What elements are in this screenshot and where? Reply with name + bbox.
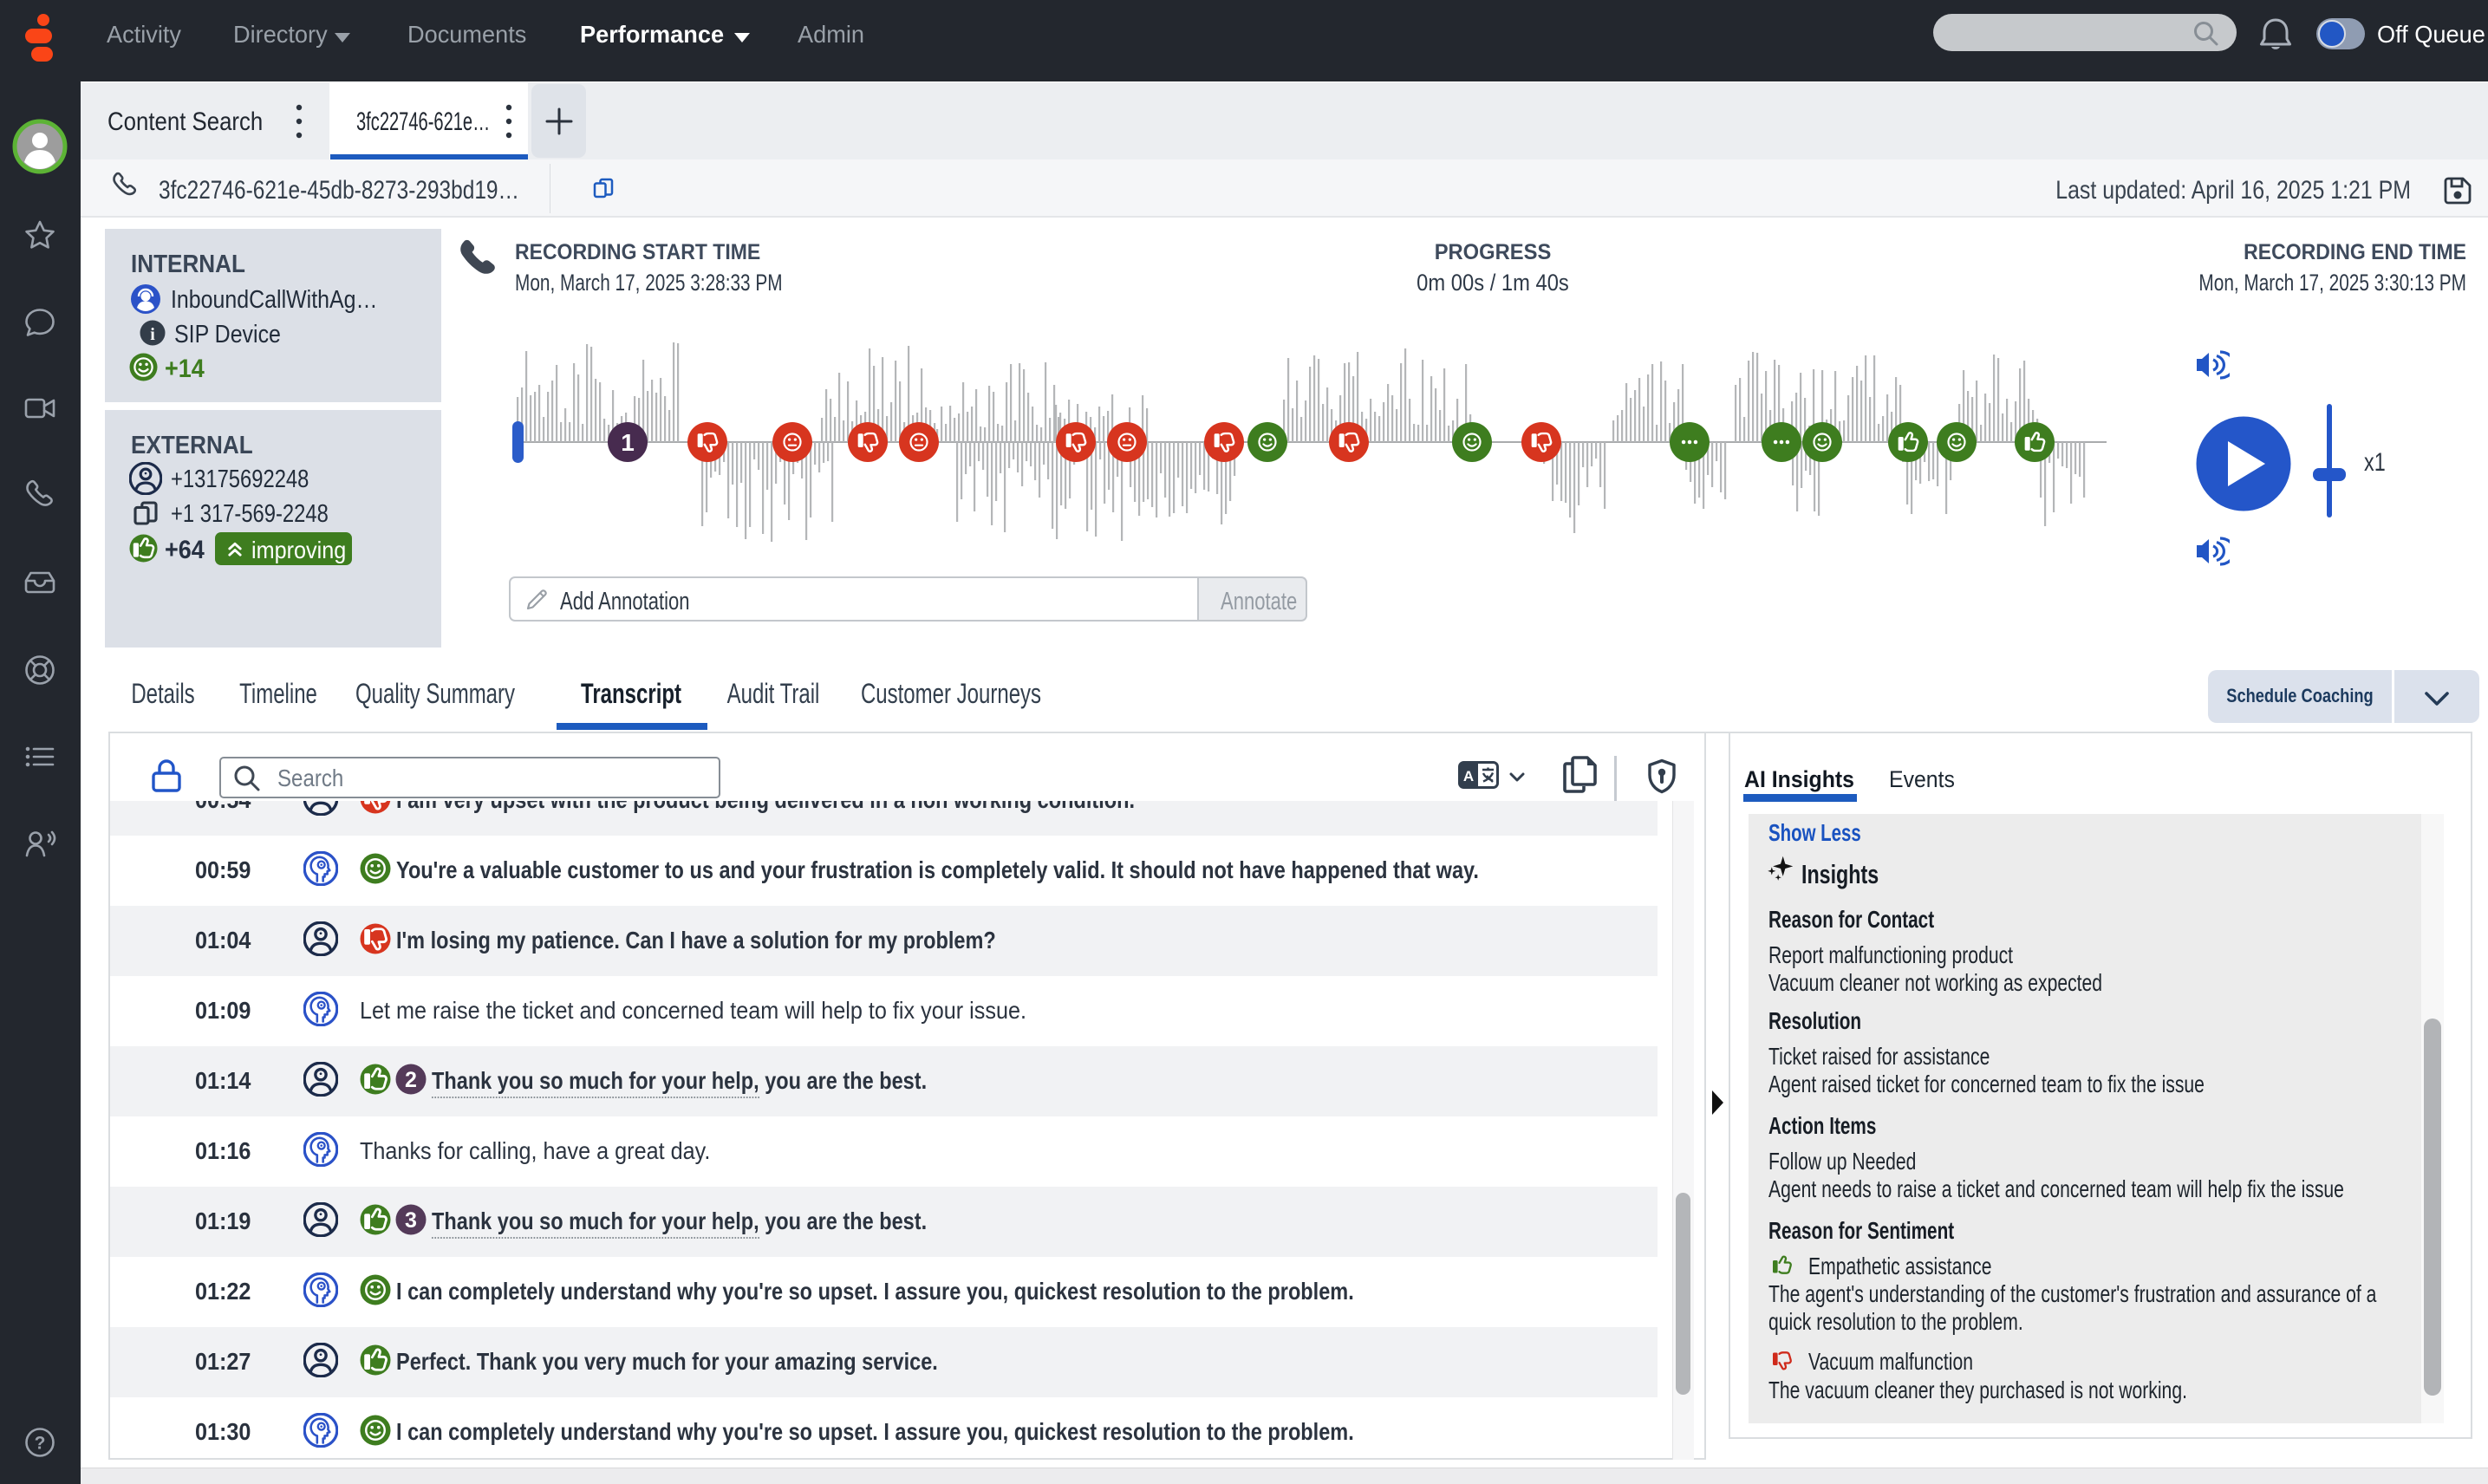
svg-text:?: ? [35, 1434, 46, 1454]
svg-text:A: A [1463, 768, 1474, 784]
svg-text:3: 3 [405, 1208, 417, 1233]
svg-text:i: i [150, 325, 155, 344]
svg-text:1: 1 [621, 429, 635, 456]
svg-text:2: 2 [405, 1068, 417, 1092]
